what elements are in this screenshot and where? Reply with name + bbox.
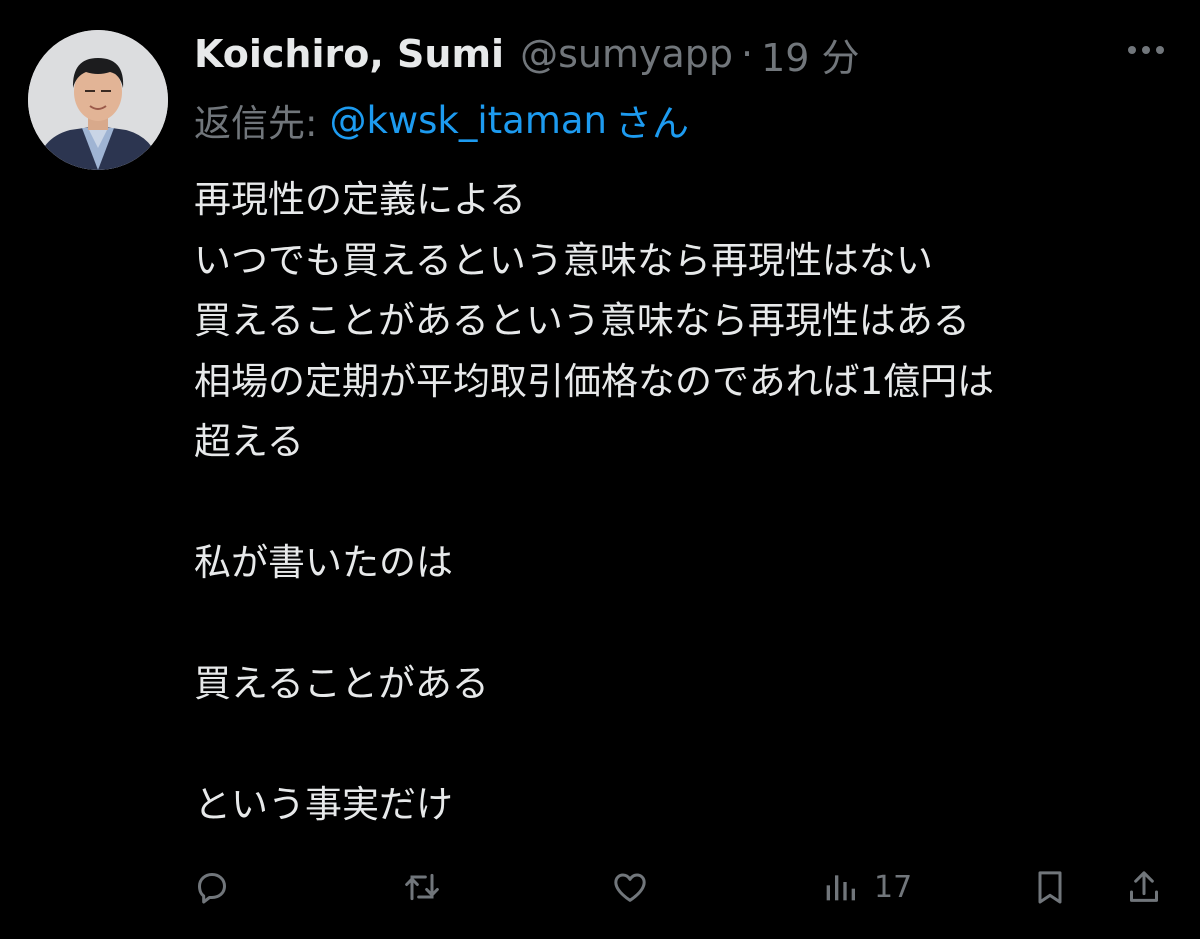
- tweet-text: 再現性の定義による いつでも買えるという意味なら再現性はない 買えることがあると…: [194, 170, 1184, 836]
- action-bar: 17: [0, 862, 1200, 912]
- share-icon: [1130, 871, 1158, 902]
- more-options-button[interactable]: [1124, 38, 1168, 62]
- reply-to-label: 返信先:: [194, 102, 318, 145]
- tweet-text-line: [194, 473, 1184, 534]
- display-name[interactable]: Koichiro, Sumi: [194, 32, 504, 76]
- separator-dot: ·: [741, 32, 754, 76]
- reply-button[interactable]: [192, 862, 232, 912]
- timestamp[interactable]: 19 分: [761, 27, 859, 82]
- more-icon: [1128, 46, 1164, 54]
- tweet-text-line: 相場の定期が平均取引価格なのであれば1億円は: [194, 359, 995, 403]
- tweet-text-line: 再現性の定義による: [194, 178, 526, 221]
- reply-to-line: 返信先: @kwsk_itaman さん: [194, 94, 689, 146]
- reply-icon: [198, 873, 226, 904]
- bookmark-icon: [1038, 871, 1062, 904]
- retweet-icon: [405, 873, 439, 901]
- tweet-text-line: 私が書いたのは: [194, 541, 453, 584]
- tweet-text-line: 買えることがある: [194, 662, 489, 705]
- tweet-text-line: [194, 715, 1184, 776]
- reply-to-user-link[interactable]: @kwsk_itaman: [329, 99, 607, 142]
- bookmark-button[interactable]: [1030, 862, 1070, 912]
- tweet-text-line: 買えることがあるという意味なら再現性はある: [194, 299, 970, 342]
- avatar[interactable]: [28, 30, 168, 170]
- retweet-button[interactable]: [402, 862, 442, 912]
- views-icon: [826, 875, 855, 901]
- tweet-text-line: [194, 594, 1184, 655]
- tweet-text-line: という事実だけ: [194, 783, 453, 826]
- avatar-photo: [28, 30, 168, 170]
- tweet-header: Koichiro, Sumi @sumyapp · 19 分: [194, 28, 860, 80]
- share-button[interactable]: [1124, 862, 1164, 912]
- views-count: 17: [874, 869, 913, 905]
- tweet-text-line: 超える: [194, 420, 304, 463]
- like-icon: [614, 873, 646, 902]
- views-button[interactable]: 17: [820, 862, 912, 912]
- reply-to-suffix: さん: [615, 102, 689, 145]
- tweet-text-line: いつでも買えるという意味なら再現性はない: [194, 238, 933, 282]
- user-handle[interactable]: @sumyapp: [520, 32, 733, 76]
- like-button[interactable]: [610, 862, 650, 912]
